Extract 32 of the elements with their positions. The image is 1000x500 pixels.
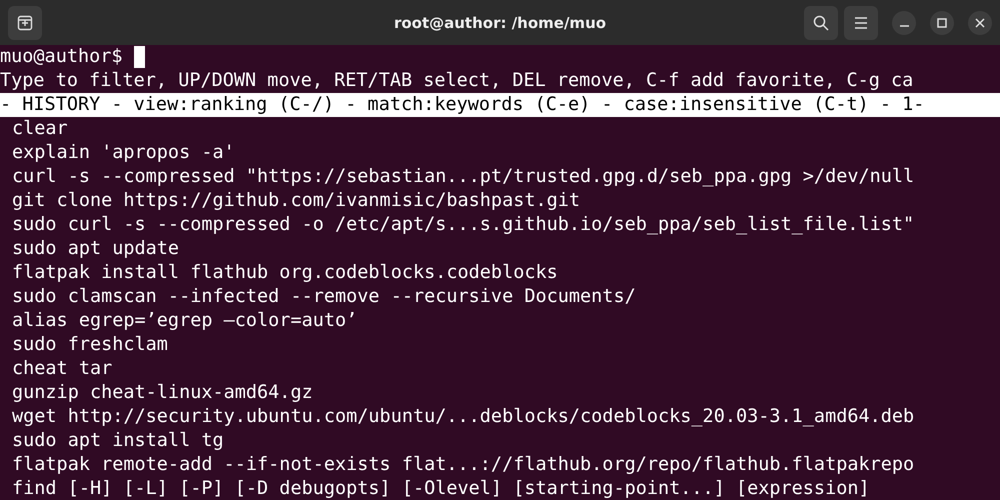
minimize-icon (900, 25, 908, 27)
history-entry[interactable]: find [-H] [-L] [-P] [-D debugopts] [-Olevel] [starting-point...] [expression] (12, 477, 870, 500)
text-cursor (134, 46, 145, 68)
new-tab-icon (17, 14, 33, 30)
maximize-icon (937, 18, 947, 28)
window-title: root@author: /home/muo (394, 14, 606, 32)
prompt: muo@author$ (0, 45, 123, 69)
history-entry[interactable]: clear (12, 117, 68, 141)
history-entry[interactable]: sudo freshclam (12, 333, 168, 357)
history-entry[interactable]: flatpak install flathub org.codeblocks.codeblocks (12, 261, 558, 285)
history-entry[interactable]: curl -s --compressed "https://sebastian...pt/trusted.gpg.d/seb_ppa.gpg >/dev/null (12, 165, 914, 189)
history-entry[interactable]: gunzip cheat-linux-amd64.gz (12, 381, 313, 405)
search-icon (813, 14, 829, 30)
help-line: Type to filter, UP/DOWN move, RET/TAB select, DEL remove, C-f add favorite, C-g ca (0, 69, 914, 93)
history-entry[interactable]: wget http://security.ubuntu.com/ubuntu/...deblocks/codeblocks_20.03-3.1_amd64.deb (12, 405, 914, 429)
history-entry[interactable]: sudo apt install tg (12, 429, 224, 453)
history-entry[interactable]: flatpak remote-add --if-not-exists flat...://flathub.org/repo/flathub.flatpakrepo (12, 453, 914, 477)
history-entry[interactable]: sudo curl -s --compressed -o /etc/apt/s...s.github.io/seb_ppa/seb_list_file.list" (12, 213, 914, 237)
history-entry[interactable]: alias egrep=’egrep —color=auto’ (12, 309, 358, 333)
history-entry[interactable]: sudo apt update (12, 237, 180, 261)
history-entry[interactable]: sudo clamscan --infected --remove --recursive Documents/ (12, 285, 636, 309)
close-button[interactable] (968, 10, 992, 34)
maximize-button[interactable] (930, 10, 954, 34)
search-button[interactable] (804, 6, 838, 40)
history-entry[interactable]: explain 'apropos -a' (12, 141, 235, 165)
history-entry[interactable]: git clone https://github.com/ivanmisic/bashpast.git (12, 189, 580, 213)
menu-button[interactable] (844, 6, 878, 40)
menu-icon (854, 16, 868, 28)
close-icon (975, 18, 985, 28)
minimize-button[interactable] (892, 10, 916, 34)
new-tab-button[interactable] (8, 6, 42, 40)
history-entry[interactable]: cheat tar (12, 357, 112, 381)
